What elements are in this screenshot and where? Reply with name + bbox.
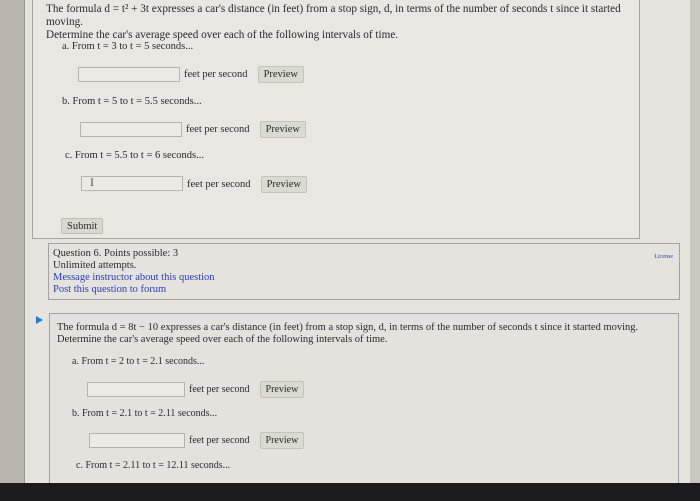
text-cursor-icon: I [90, 175, 94, 189]
question-6-part-b-label: b. From t = 2.1 to t = 2.11 seconds... [72, 408, 218, 419]
play-arrow-icon [36, 316, 43, 324]
question-6-part-a-answer-row: feet per second Preview [87, 381, 305, 398]
question-6-part-b-input[interactable] [89, 433, 185, 448]
message-instructor-link[interactable]: Message instructor about this question [53, 272, 679, 284]
attempts-text: Unlimited attempts. [53, 260, 137, 271]
question-6-part-a-label: a. From t = 2 to t = 2.1 seconds... [72, 356, 205, 367]
question-5-part-b-answer-row: feet per second Preview [80, 121, 306, 138]
question-5-part-c-preview-button[interactable]: Preview [260, 175, 307, 193]
scrollbar-track[interactable] [690, 0, 700, 483]
question-6-info-box: Question 6. Points possible: 3 Unlimited… [48, 243, 680, 300]
question-6-part-b-preview-button[interactable]: Preview [259, 432, 305, 449]
monitor-bezel [0, 483, 700, 501]
question-5-formula-text: The formula d = t² + 3t expresses a car'… [46, 3, 621, 28]
question-5-part-b-label: b. From t = 5 to t = 5.5 seconds... [62, 96, 202, 107]
unit-label: feet per second [186, 124, 250, 135]
post-to-forum-link[interactable]: Post this question to forum [53, 284, 679, 296]
question-5-part-c-answer-row: I feet per second Preview [81, 175, 307, 193]
unit-label: feet per second [187, 178, 251, 190]
question-6-intro: The formula d = 8t − 10 expresses a car'… [57, 322, 657, 346]
points-possible: Question 6. Points possible: 3 [53, 248, 179, 259]
question-6-part-a-preview-button[interactable]: Preview [259, 381, 305, 398]
question-6-formula-text: The formula d = 8t − 10 expresses a car'… [57, 322, 639, 333]
question-6-instruction: Determine the car's average speed over e… [57, 334, 388, 345]
submit-button[interactable]: Submit [61, 218, 104, 234]
question-6-part-b-answer-row: feet per second Preview [89, 432, 305, 449]
question-5-part-c-label: c. From t = 5.5 to t = 6 seconds... [65, 150, 205, 161]
question-5-part-c-input[interactable] [81, 176, 183, 191]
unit-label: feet per second [184, 69, 248, 80]
unit-label: feet per second [189, 435, 250, 446]
question-5-part-a-input[interactable] [78, 67, 180, 82]
question-5-part-c-input-wrap[interactable]: I [81, 175, 183, 193]
license-link[interactable]: License [654, 251, 673, 263]
question-6-part-c-label: c. From t = 2.11 to t = 12.11 seconds... [76, 460, 231, 471]
question-5-part-b-preview-button[interactable]: Preview [259, 121, 306, 138]
unit-label: feet per second [189, 384, 250, 395]
question-5-part-a-preview-button[interactable]: Preview [257, 66, 304, 83]
question-5-part-a-answer-row: feet per second Preview [78, 66, 304, 83]
question-5-part-a-label: a. From t = 3 to t = 5 seconds... [62, 41, 194, 52]
question-5-part-b-input[interactable] [80, 122, 182, 137]
question-5-intro: The formula d = t² + 3t expresses a car'… [46, 3, 646, 42]
question-6-part-a-input[interactable] [87, 382, 185, 397]
